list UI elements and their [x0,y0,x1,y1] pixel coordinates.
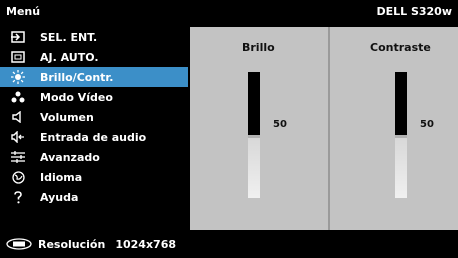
menu-item-label: Avanzado [40,150,100,164]
resolution-value: 1024x768 [115,237,176,251]
menu-item-language[interactable]: Idioma [0,167,188,187]
menu-item-label: Modo Vídeo [40,90,113,104]
panel-divider [328,27,330,230]
input-source-icon [0,27,36,47]
advanced-settings-icon [0,147,36,167]
brightness-slider-track [248,138,260,198]
menu-title: Menú [6,5,41,18]
resolution-icon [6,238,32,250]
settings-panel: Brillo 50 Contraste 50 [190,27,458,230]
status-bar: Resolución 1024x768 [0,230,458,258]
contrast-value: 50 [420,119,434,130]
brightness-title: Brillo [242,41,275,54]
menu-item-label: Ayuda [40,190,79,204]
audio-input-icon [0,127,36,147]
contrast-slider-track [395,138,407,198]
menu-item-label: SEL. ENT. [40,30,98,44]
osd-header: Menú DELL S320w [0,0,458,20]
menu-item-audio-input[interactable]: Entrada de audio [0,127,188,147]
menu-item-label: Idioma [40,170,83,184]
osd-menu: SEL. ENT. AJ. AUTO. Brillo/Contr. Modo V… [0,27,188,230]
menu-item-brightness-contrast[interactable]: Brillo/Contr. [0,67,188,87]
contrast-title: Contraste [370,41,431,54]
model-name: DELL S320w [376,5,452,18]
menu-item-help[interactable]: Ayuda [0,187,188,207]
contrast-slider-fill [395,72,407,135]
language-icon [0,167,36,187]
menu-item-label: Brillo/Contr. [40,70,114,84]
help-icon [0,187,36,207]
menu-item-video-mode[interactable]: Modo Vídeo [0,87,188,107]
menu-item-auto-adjust[interactable]: AJ. AUTO. [0,47,188,67]
menu-item-volume[interactable]: Volumen [0,107,188,127]
volume-icon [0,107,36,127]
contrast-slider[interactable] [395,72,407,198]
brightness-slider[interactable] [248,72,260,198]
resolution-label: Resolución [38,237,106,251]
menu-item-label: Entrada de audio [40,130,147,144]
menu-item-label: AJ. AUTO. [40,50,99,64]
brightness-slider-fill [248,72,260,135]
menu-item-advanced[interactable]: Avanzado [0,147,188,167]
video-mode-icon [0,87,36,107]
brightness-value: 50 [273,119,287,130]
auto-adjust-icon [0,47,36,67]
menu-item-input-source[interactable]: SEL. ENT. [0,27,188,47]
menu-item-label: Volumen [40,110,94,124]
brightness-icon [0,67,36,87]
